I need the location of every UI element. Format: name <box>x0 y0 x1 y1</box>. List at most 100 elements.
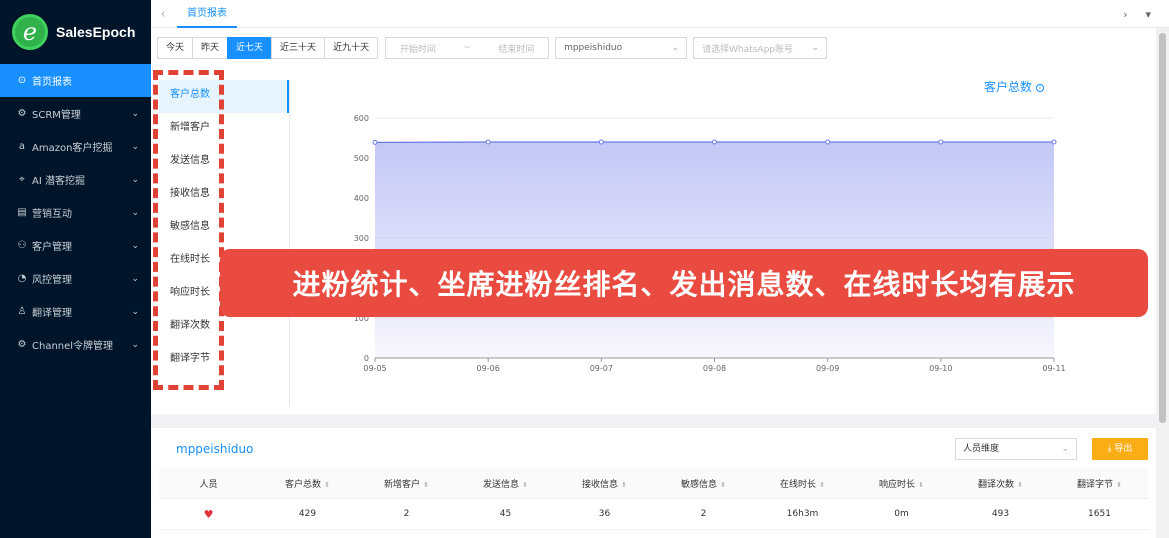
end-date-input[interactable]: 结束时间 <box>498 42 534 55</box>
range-button-3[interactable]: 近三十天 <box>271 37 326 59</box>
range-button-0[interactable]: 今天 <box>157 37 194 59</box>
report-card: 客户总数 新增客户 发送信息 接收信息 敏感信息 在线时长 响应时长 翻译次数 翻译字节 客户总… <box>151 68 1156 414</box>
x-tick-label: 09-09 <box>816 364 839 373</box>
sidebar-item-label: 首页报表 <box>32 77 72 88</box>
sort-icon[interactable]: ⬍ <box>819 481 825 489</box>
data-point[interactable] <box>372 139 378 145</box>
sidebar-item-5[interactable]: ⚇ 客户管理 ⌄ <box>0 229 151 262</box>
scrollbar-thumb[interactable] <box>1159 33 1166 423</box>
column-header[interactable]: 翻译字节 ⬍ <box>1050 477 1149 490</box>
whatsapp-select-placeholder: 请选择WhatsApp账号 <box>702 44 793 55</box>
chevron-down-icon: ⌄ <box>131 306 139 317</box>
data-point[interactable] <box>938 139 944 145</box>
sidebar-item-3[interactable]: ⌖ AI 潜客挖掘 ⌄ <box>0 163 151 196</box>
range-separator: ~ <box>463 43 471 53</box>
table-header: 人员 客户总数 ⬍ 新增客户 ⬍ 发送信息 ⬍ 接收信息 ⬍ 敏感信息 ⬍ 在线时长 ⬍ 响应时长 ⬍ 翻译次… <box>159 468 1149 499</box>
users-icon: ⚇ <box>17 240 27 251</box>
gear-icon: ⚙ <box>17 108 27 119</box>
x-tick-label: 09-10 <box>929 364 952 373</box>
sort-icon[interactable]: ⬍ <box>621 481 627 489</box>
metric-item[interactable]: 新增客户 <box>159 113 289 146</box>
column-header[interactable]: 接收信息 ⬍ <box>555 477 654 490</box>
tab-scroll-left-icon[interactable]: ‹ <box>151 7 175 21</box>
download-icon: ⤓ <box>1107 444 1112 454</box>
sort-icon[interactable]: ⬍ <box>324 481 330 489</box>
sidebar-item-1[interactable]: ⚙ SCRM管理 ⌄ <box>0 97 151 130</box>
column-header[interactable]: 翻译次数 ⬍ <box>951 477 1050 490</box>
dimension-select[interactable]: 人员维度 ⌄ <box>955 438 1077 460</box>
y-tick-label: 500 <box>354 154 369 163</box>
table-cell: 36 <box>598 509 611 519</box>
column-header[interactable]: 在线时长 ⬍ <box>753 477 852 490</box>
user-select[interactable]: mppeishiduo ⌄ <box>555 37 688 59</box>
sort-icon[interactable]: ⬍ <box>423 481 429 489</box>
chevron-down-icon: ⌄ <box>131 207 139 218</box>
range-button-2[interactable]: 近七天 <box>227 37 273 59</box>
data-point[interactable] <box>598 139 604 145</box>
range-button-4[interactable]: 近九十天 <box>324 37 379 59</box>
tab-menu-dropdown-icon[interactable]: ▾ <box>1145 8 1151 21</box>
chevron-down-icon: ⌄ <box>131 339 139 350</box>
page-scrollbar[interactable] <box>1156 28 1169 538</box>
column-header[interactable]: 客户总数 ⬍ <box>258 477 357 490</box>
sort-icon[interactable]: ⬍ <box>918 481 924 489</box>
info-icon[interactable]: i <box>1036 83 1045 92</box>
sort-icon[interactable]: ⬍ <box>1017 481 1023 489</box>
y-tick-label: 0 <box>364 354 369 363</box>
column-header[interactable]: 人员 <box>159 477 258 490</box>
column-header[interactable]: 响应时长 ⬍ <box>852 477 951 490</box>
column-header[interactable]: 新增客户 ⬍ <box>357 477 456 490</box>
sort-icon[interactable]: ⬍ <box>522 481 528 489</box>
chevron-down-icon: ⌄ <box>131 240 139 251</box>
tab-scroll-right-icon[interactable]: › <box>1123 8 1127 21</box>
metric-item[interactable]: 敏感信息 <box>159 212 289 245</box>
date-range-picker[interactable]: 开始时间 ~ 结束时间 <box>385 37 550 59</box>
amazon-icon: a <box>18 141 26 152</box>
quick-range-group: 今天 昨天 近七天 近三十天 近九十天 <box>157 37 379 59</box>
sidebar-item-8[interactable]: ⚙ Channel令牌管理 ⌄ <box>0 328 151 361</box>
logo[interactable]: e SalesEpoch <box>0 0 151 64</box>
table-cell: 2 <box>403 509 410 519</box>
chevron-down-icon: ⌄ <box>671 43 680 53</box>
x-tick-label: 09-07 <box>590 364 613 373</box>
table-user-title: mppeishiduo <box>176 442 254 456</box>
sidebar-item-7[interactable]: ♙ 翻译管理 ⌄ <box>0 295 151 328</box>
tab-home-report[interactable]: 首页报表 <box>177 0 237 28</box>
data-point[interactable] <box>1051 139 1057 145</box>
data-point[interactable] <box>825 139 831 145</box>
x-tick-label: 09-05 <box>363 364 386 373</box>
user-icon: ♙ <box>17 306 27 317</box>
token-icon: ⚙ <box>17 339 27 350</box>
metric-item[interactable]: 翻译字节 <box>159 344 289 377</box>
table-row[interactable]: ♥ 429 2 45 36 2 16h3m 0m 493 1651 <box>159 499 1149 530</box>
tab-bar: ‹ 首页报表 › ▾ <box>151 0 1169 28</box>
table-cell: 1651 <box>1088 509 1111 519</box>
data-point[interactable] <box>485 139 491 145</box>
column-header[interactable]: 敏感信息 ⬍ <box>654 477 753 490</box>
sidebar-item-4[interactable]: ▤ 营销互动 ⌄ <box>0 196 151 229</box>
sidebar-item-label: Channel令牌管理 <box>32 341 114 352</box>
column-header[interactable]: 发送信息 ⬍ <box>456 477 555 490</box>
sidebar-menu: ⊙ 首页报表 ⚙ SCRM管理 ⌄ a Amazon客户挖掘 ⌄ ⌖ AI 潜客挖掘 ⌄ ▤ 营销互动 ⌄… <box>0 64 151 361</box>
metric-item[interactable]: 接收信息 <box>159 179 289 212</box>
metric-item[interactable]: 发送信息 <box>159 146 289 179</box>
y-tick-label: 300 <box>354 234 369 243</box>
export-button[interactable]: ⤓ 导出 <box>1092 438 1148 460</box>
range-button-1[interactable]: 昨天 <box>192 37 229 59</box>
x-tick-label: 09-06 <box>477 364 500 373</box>
sidebar-item-label: 风控管理 <box>32 275 72 286</box>
sidebar-item-6[interactable]: ◔ 风控管理 ⌄ <box>0 262 151 295</box>
sort-icon[interactable]: ⬍ <box>1116 481 1122 489</box>
x-tick-label: 09-11 <box>1042 364 1065 373</box>
sidebar-item-label: Amazon客户挖掘 <box>32 143 113 154</box>
data-point[interactable] <box>712 139 717 145</box>
logo-icon: e <box>12 14 48 50</box>
sidebar-item-2[interactable]: a Amazon客户挖掘 ⌄ <box>0 130 151 163</box>
start-date-input[interactable]: 开始时间 <box>400 42 436 55</box>
metric-item[interactable]: 客户总数 <box>159 80 289 113</box>
sidebar-item-label: AI 潜客挖掘 <box>32 176 85 187</box>
chevron-down-icon: ⌄ <box>131 108 139 119</box>
whatsapp-account-select[interactable]: 请选择WhatsApp账号 ⌄ <box>693 37 828 59</box>
sidebar-item-0[interactable]: ⊙ 首页报表 <box>0 64 151 97</box>
sort-icon[interactable]: ⬍ <box>720 481 726 489</box>
